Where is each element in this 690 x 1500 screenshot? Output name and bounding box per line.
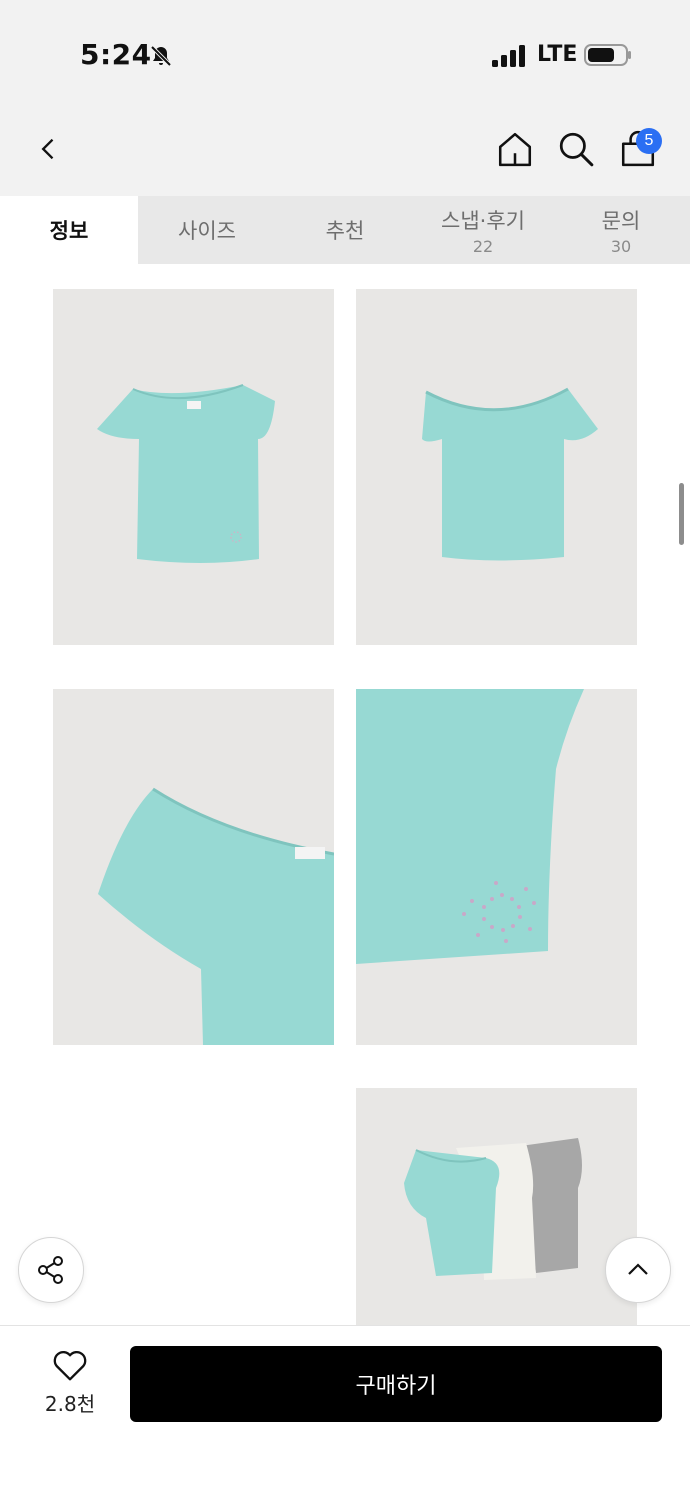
heart-icon — [53, 1351, 87, 1381]
tab-inquiry[interactable]: 문의 30 — [552, 196, 690, 264]
buy-button[interactable]: 구매하기 — [130, 1346, 662, 1422]
signal-icon — [491, 44, 527, 68]
tab-count: 30 — [610, 236, 632, 256]
tab-count: 22 — [472, 236, 494, 256]
search-icon — [559, 132, 594, 167]
tab-label: 문의 — [601, 208, 641, 233]
tab-size[interactable]: 사이즈 — [138, 196, 276, 264]
share-icon — [38, 1256, 63, 1284]
cart-count-badge: 5 — [636, 128, 662, 154]
product-photo-hem-detail[interactable] — [356, 689, 637, 1045]
tab-recommend[interactable]: 추천 — [276, 196, 414, 264]
chevron-up-icon — [628, 1263, 648, 1275]
tab-snap-review[interactable]: 스냅·후기 22 — [414, 196, 552, 264]
home-icon — [498, 132, 532, 167]
buy-button-label: 구매하기 — [355, 1374, 437, 1399]
tab-label: 추천 — [325, 219, 365, 243]
product-photo-shoulder-detail[interactable] — [53, 689, 334, 1045]
tab-label: 정보 — [49, 219, 89, 243]
bottom-action-bar: 2.8천 구매하기 — [0, 1325, 690, 1500]
status-time: 5:24 — [80, 38, 152, 71]
share-button[interactable] — [18, 1237, 84, 1303]
status-bar: 5:24 LTE — [0, 0, 690, 100]
chevron-left-icon — [41, 138, 54, 160]
search-button[interactable] — [555, 128, 597, 170]
scroll-top-button[interactable] — [605, 1237, 671, 1303]
network-label: LTE — [537, 42, 578, 67]
like-count: 2.8천 — [44, 1392, 96, 1416]
scrollbar[interactable] — [679, 483, 684, 545]
tab-label: 사이즈 — [178, 219, 236, 243]
tab-label: 스냅·후기 — [441, 208, 525, 233]
bell-muted-icon — [149, 44, 173, 68]
like-button[interactable]: 2.8천 — [30, 1350, 110, 1417]
product-detail-screen: 5:24 LTE 5 정보 사이즈 추천 스냅·후기 22 문의 30 2.8천… — [0, 0, 690, 1500]
product-photo-color-variants[interactable] — [356, 1088, 637, 1325]
tab-info[interactable]: 정보 — [0, 196, 138, 264]
back-button[interactable] — [28, 128, 70, 170]
product-photo-back[interactable] — [356, 289, 637, 645]
top-nav — [0, 100, 690, 196]
section-tabs: 정보 사이즈 추천 스냅·후기 22 문의 30 — [0, 196, 690, 264]
product-photo-front[interactable] — [53, 289, 334, 645]
battery-icon — [584, 43, 632, 67]
home-button[interactable] — [494, 128, 536, 170]
